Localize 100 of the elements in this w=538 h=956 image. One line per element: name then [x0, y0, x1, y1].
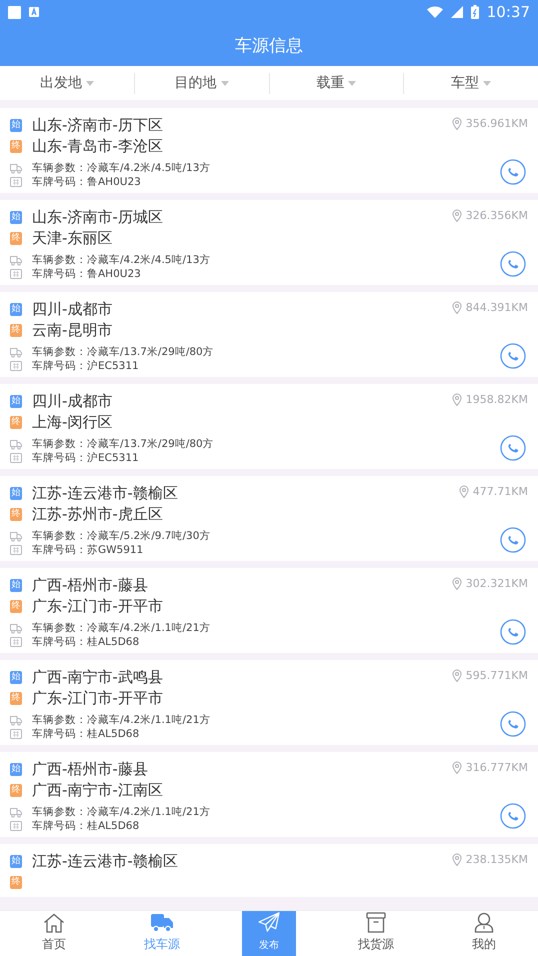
vehicle-params-text: 车辆参数：冷藏车/4.2米/4.5吨/13方: [32, 253, 210, 267]
route-card[interactable]: 始 江苏-连云港市-赣榆区 终 江苏-苏州市-虎丘区 477.71KM 车辆参数：冷藏车/5.2米/9.7吨/30方 车牌号码：苏GW5911: [0, 476, 538, 561]
end-badge: 终: [10, 692, 22, 705]
start-badge: 始: [10, 487, 22, 500]
nav-tab[interactable]: 找货源: [322, 911, 430, 956]
plate-number-text: 车牌号码：鲁AH0U23: [32, 175, 141, 189]
distance-text: 356.961KM: [466, 117, 528, 130]
truck-icon: [10, 530, 22, 542]
distance-text: 1958.82KM: [466, 393, 528, 406]
origin-text: 山东-济南市-历城区: [32, 208, 163, 227]
end-badge: 终: [10, 508, 22, 521]
distance-text: 316.777KM: [466, 761, 528, 774]
caret-icon: [86, 80, 94, 86]
route-card[interactable]: 始 四川-成都市 终 上海-闵行区 1958.82KM 车辆参数：冷藏车/13.7米/29吨/80方 车牌号码：沪EC5311: [0, 384, 538, 469]
caret-icon: [483, 80, 492, 86]
distance-text: 302.321KM: [466, 577, 528, 590]
nav-tab[interactable]: 首页: [0, 911, 108, 956]
distance-text: 595.771KM: [466, 669, 528, 682]
distance-text: 326.356KM: [466, 209, 528, 222]
filter-dropdown[interactable]: 目的地: [134, 70, 268, 96]
route-card[interactable]: 始 广西-南宁市-武鸣县 终 广东-江门市-开平市 595.771KM 车辆参数：冷藏车/4.2米/1.1吨/21方 车牌号码：桂AL5D68: [0, 660, 538, 745]
destination-text: 云南-昆明市: [32, 321, 112, 340]
truck-icon: [10, 438, 22, 450]
end-badge: 终: [10, 324, 22, 337]
truck-icon: [10, 806, 22, 818]
location-pin-icon: [452, 117, 462, 130]
route-card[interactable]: 始 山东-济南市-历城区 终 天津-东丽区 326.356KM 车辆参数：冷藏车/4.2米/4.5吨/13方 车牌号码：鲁AH0U23: [0, 200, 538, 285]
truck-icon: [10, 346, 22, 358]
origin-text: 四川-成都市: [32, 392, 112, 411]
start-badge: 始: [10, 119, 22, 132]
start-badge: 始: [10, 211, 22, 224]
start-badge: 始: [10, 303, 22, 316]
license-plate-icon: [10, 728, 22, 740]
license-plate-icon: [10, 544, 22, 556]
origin-text: 江苏-连云港市-赣榆区: [32, 852, 178, 871]
end-badge: 终: [10, 140, 22, 153]
vehicle-params-text: 车辆参数：冷藏车/4.2米/1.1吨/21方: [32, 621, 210, 635]
end-badge: 终: [10, 876, 22, 889]
route-card[interactable]: 始 四川-成都市 终 云南-昆明市 844.391KM 车辆参数：冷藏车/13.7米/29吨/80方 车牌号码：沪EC5311: [0, 292, 538, 377]
origin-text: 广西-梧州市-藤县: [32, 760, 148, 779]
location-pin-icon: [452, 853, 462, 866]
start-badge: 始: [10, 395, 22, 408]
distance-text: 238.135KM: [466, 853, 528, 866]
phone-call-button[interactable]: [500, 619, 526, 645]
filter-dropdown[interactable]: 车型: [404, 70, 538, 96]
end-badge: 终: [10, 232, 22, 245]
origin-text: 四川-成都市: [32, 300, 112, 319]
route-card[interactable]: 始 山东-济南市-历下区 终 山东-青岛市-李沧区 356.961KM 车辆参数：冷藏车/4.2米/4.5吨/13方 车牌号码：鲁AH0U23: [0, 108, 538, 193]
truck-icon: [10, 714, 22, 726]
location-pin-icon: [458, 485, 469, 498]
archive-box-icon: [366, 912, 386, 933]
caret-icon: [220, 80, 229, 86]
distance-text: 477.71KM: [472, 485, 528, 498]
filter-dropdown[interactable]: 出发地: [0, 70, 134, 96]
caret-icon: [348, 80, 356, 86]
phone-call-button[interactable]: [500, 711, 526, 737]
plate-number-text: 车牌号码：鲁AH0U23: [32, 267, 141, 281]
phone-call-button[interactable]: [500, 159, 526, 185]
start-badge: 始: [10, 671, 22, 684]
plate-number-text: 车牌号码：桂AL5D68: [32, 635, 140, 649]
page-title: 车源信息: [235, 34, 303, 56]
destination-text: 广西-南宁市-江南区: [32, 781, 163, 800]
truck-icon: [150, 913, 174, 933]
nav-tab[interactable]: 我的: [430, 911, 538, 956]
battery-icon: [470, 5, 479, 19]
destination-text: 山东-青岛市-李沧区: [32, 137, 163, 156]
phone-call-button[interactable]: [500, 527, 526, 553]
license-plate-icon: [10, 176, 22, 188]
status-time: 10:37: [486, 3, 530, 21]
vehicle-params-text: 车辆参数：冷藏车/5.2米/9.7吨/30方: [32, 529, 210, 543]
plate-number-text: 车牌号码：桂AL5D68: [32, 819, 140, 833]
plate-number-text: 车牌号码：沪EC5311: [32, 359, 139, 373]
person-icon: [474, 912, 494, 933]
vehicle-params-text: 车辆参数：冷藏车/13.7米/29吨/80方: [32, 437, 214, 451]
phone-call-button[interactable]: [500, 251, 526, 277]
wifi-icon: [426, 6, 443, 18]
route-card[interactable]: 始 江苏-连云港市-赣榆区 终 238.135KM: [0, 844, 538, 897]
distance-text: 844.391KM: [466, 301, 528, 314]
plate-number-text: 车牌号码：沪EC5311: [32, 451, 139, 465]
start-badge: 始: [10, 763, 22, 776]
route-card[interactable]: 始 广西-梧州市-藤县 终 广西-南宁市-江南区 316.777KM 车辆参数：冷藏车/4.2米/1.1吨/21方 车牌号码：桂AL5D68: [0, 752, 538, 837]
end-badge: 终: [10, 784, 22, 797]
origin-text: 广西-梧州市-藤县: [32, 576, 148, 595]
filter-dropdown[interactable]: 载重: [270, 70, 404, 96]
location-pin-icon: [452, 577, 462, 590]
phone-call-button[interactable]: [500, 435, 526, 461]
phone-call-button[interactable]: [500, 343, 526, 369]
home-icon: [43, 913, 65, 933]
destination-text: 江苏-苏州市-虎丘区: [32, 505, 163, 524]
vehicle-params-text: 车辆参数：冷藏车/13.7米/29吨/80方: [32, 345, 214, 359]
phone-call-button[interactable]: [500, 803, 526, 829]
route-card[interactable]: 始 广西-梧州市-藤县 终 广东-江门市-开平市 302.321KM 车辆参数：冷藏车/4.2米/1.1吨/21方 车牌号码：桂AL5D68: [0, 568, 538, 653]
origin-text: 广西-南宁市-武鸣县: [32, 668, 163, 687]
license-plate-icon: [10, 636, 22, 648]
location-pin-icon: [452, 393, 462, 406]
license-plate-icon: [10, 820, 22, 832]
vehicle-params-text: 车辆参数：冷藏车/4.2米/1.1吨/21方: [32, 713, 210, 727]
vehicle-params-text: 车辆参数：冷藏车/4.2米/1.1吨/21方: [32, 805, 210, 819]
truck-icon: [10, 254, 22, 266]
notification-square-icon: [8, 6, 21, 18]
